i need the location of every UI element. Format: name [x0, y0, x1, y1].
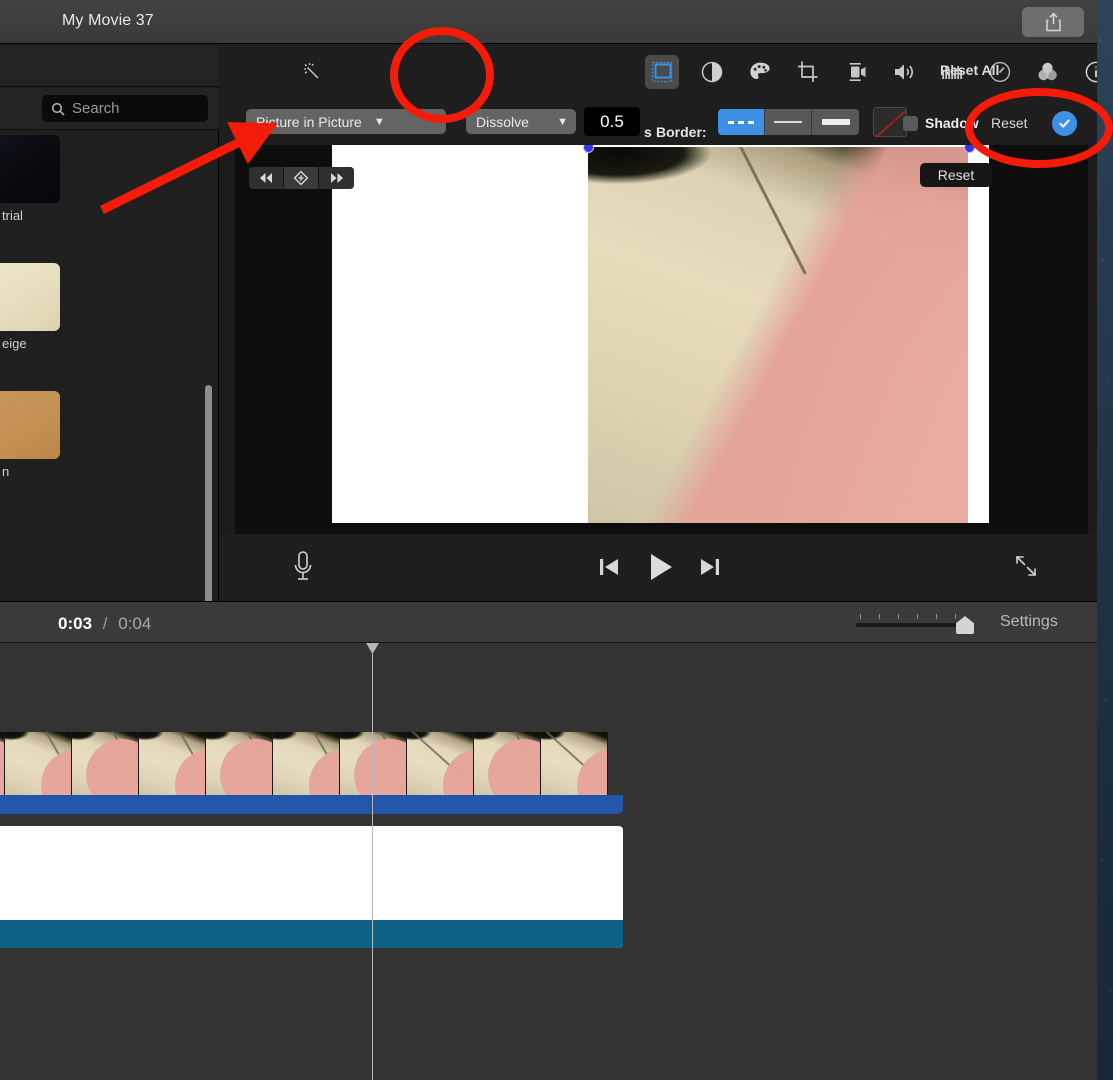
info-icon[interactable]: [1079, 55, 1097, 89]
search-placeholder: Search: [72, 100, 120, 117]
page-title: My Movie 37: [62, 12, 154, 29]
table-row[interactable]: [0, 732, 623, 814]
current-time: 0:03: [58, 614, 93, 633]
color-balance-icon[interactable]: [695, 55, 729, 89]
border-thin-icon: [774, 121, 802, 123]
zoom-slider-ticks: [860, 614, 970, 619]
volume-icon[interactable]: [887, 55, 921, 89]
background-item-industrial[interactable]: trial: [0, 135, 60, 223]
filmstrip-frame: [72, 732, 139, 795]
clip-audio-bar: [0, 920, 623, 948]
search-input[interactable]: Search: [42, 95, 208, 122]
fullscreen-icon[interactable]: [1012, 552, 1040, 580]
playback-controls: [220, 534, 1097, 601]
filmstrip-frame: [407, 732, 474, 795]
reset-button[interactable]: Reset: [991, 115, 1028, 131]
table-row[interactable]: [0, 826, 623, 948]
timecode-separator: /: [102, 614, 108, 633]
clip-filter-icon[interactable]: [1031, 55, 1065, 89]
pip-rewind-icon[interactable]: [249, 167, 284, 189]
crop-icon[interactable]: [791, 55, 825, 89]
border-style-segmented-control: [718, 109, 859, 135]
clip-filmstrip: [0, 732, 623, 795]
timeline: [0, 643, 1097, 1080]
border-label: Border:: [656, 124, 707, 140]
apply-button[interactable]: [1052, 111, 1077, 136]
auto-enhance-icon[interactable]: [296, 55, 330, 89]
background-label: n: [2, 464, 10, 479]
filmstrip-frame: [474, 732, 541, 795]
filmstrip-frame: [206, 732, 273, 795]
screenshot-root: My Movie 37 Search trial eige n Picture …: [0, 0, 1113, 1080]
background-item-beige[interactable]: eige: [0, 263, 60, 351]
timeline-toolbar: 0:03 / 0:04 Settings: [0, 601, 1097, 643]
playhead-handle[interactable]: [366, 643, 379, 654]
background-label: trial: [2, 208, 23, 223]
chevron-down-icon: ▼: [557, 115, 568, 128]
duration-unit-label: s: [644, 124, 652, 140]
backgrounds-grid: trial eige n: [0, 131, 219, 601]
skip-to-end-icon[interactable]: [696, 553, 724, 581]
border-thin-button[interactable]: [765, 109, 812, 135]
background-label: eige: [2, 336, 27, 351]
filmstrip-frame: [139, 732, 206, 795]
sidebar-header: [0, 45, 219, 87]
duration-field[interactable]: 0.5: [584, 107, 640, 136]
background-thumbnail: [0, 263, 60, 331]
transition-dropdown[interactable]: Dissolve ▼: [466, 109, 576, 134]
transition-value: Dissolve: [476, 113, 529, 130]
chevron-down-icon: ▼: [373, 115, 385, 128]
border-dashed-button[interactable]: [718, 109, 765, 135]
desktop-wallpaper: [1097, 0, 1113, 1080]
checkmark-icon: [1059, 119, 1070, 128]
stabilization-icon[interactable]: [839, 55, 873, 89]
pip-forward-icon[interactable]: [319, 167, 354, 189]
filmstrip-frame: [340, 732, 407, 795]
voiceover-mic-icon[interactable]: [288, 548, 318, 586]
shadow-checkbox[interactable]: [903, 116, 918, 131]
background-thumbnail: [0, 391, 60, 459]
timecode-display: 0:03 / 0:04: [58, 614, 151, 634]
background-thumbnail: [0, 135, 60, 203]
background-item-brown[interactable]: n: [0, 391, 60, 479]
total-time: 0:04: [118, 614, 152, 633]
border-thick-icon: [821, 119, 850, 125]
filmstrip-frame: [541, 732, 608, 795]
pip-keyframe-icon[interactable]: [284, 167, 319, 189]
timeline-zoom-slider[interactable]: [856, 612, 981, 634]
viewer-reset-button[interactable]: Reset: [920, 163, 992, 187]
overlay-style-value: Picture in Picture: [256, 113, 362, 130]
settings-button[interactable]: Settings: [1000, 613, 1058, 631]
title-bar: My Movie 37: [0, 0, 1097, 44]
video-overlay-icon[interactable]: [645, 55, 679, 89]
imovie-window: My Movie 37 Search trial eige n Picture …: [0, 0, 1097, 1080]
filmstrip-frame: [5, 732, 72, 795]
pip-video-overlay[interactable]: [588, 147, 968, 523]
search-icon: [51, 102, 65, 116]
border-dashed-icon: [728, 120, 754, 124]
overlay-style-dropdown[interactable]: Picture in Picture ▼: [246, 109, 446, 134]
pip-handle-top-right[interactable]: [964, 145, 975, 153]
viewer: Reset: [235, 145, 1088, 577]
share-button[interactable]: [1022, 7, 1084, 37]
pip-position-controls: [249, 167, 354, 189]
play-icon[interactable]: [644, 550, 678, 584]
filmstrip-frame: [273, 732, 340, 795]
viewer-canvas: [332, 145, 989, 523]
reset-all-button[interactable]: Reset All: [940, 62, 999, 78]
skip-to-start-icon[interactable]: [595, 553, 623, 581]
search-row: Search: [0, 88, 219, 130]
playhead[interactable]: [372, 643, 373, 1080]
library-sidebar: Search trial eige n: [0, 45, 219, 640]
border-thick-button[interactable]: [812, 109, 859, 135]
shadow-label: Shadow: [925, 115, 979, 131]
border-color-swatch[interactable]: [873, 107, 907, 137]
share-upload-icon: [1045, 12, 1061, 32]
clip-audio-bar: [0, 795, 623, 814]
color-correction-icon[interactable]: [743, 55, 777, 89]
